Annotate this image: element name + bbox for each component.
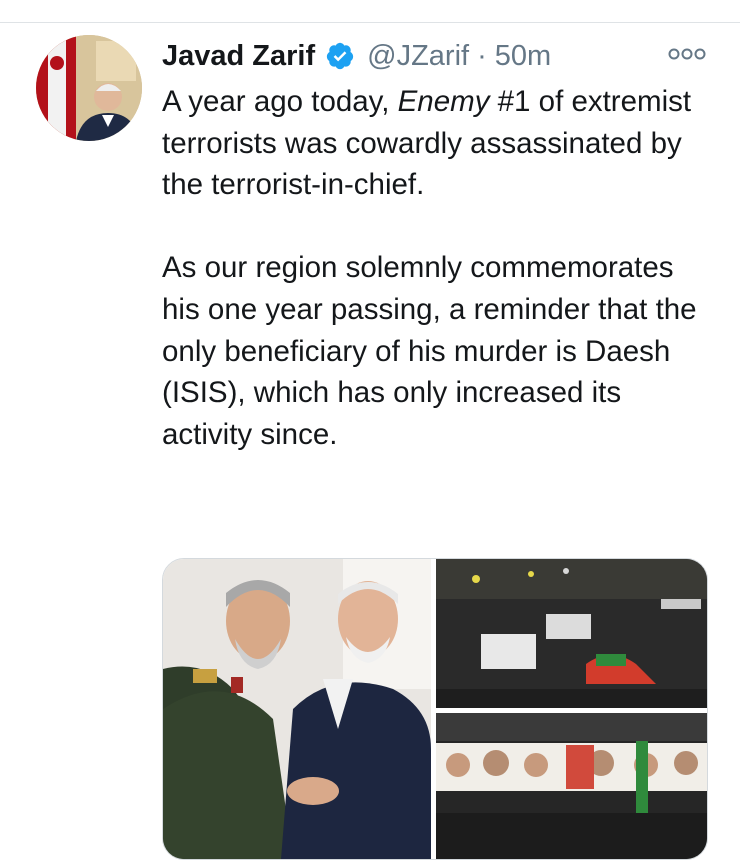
verified-badge-icon <box>327 42 354 70</box>
separator-dot: · <box>477 39 487 72</box>
photo-crowd-top-image <box>436 559 707 708</box>
top-divider <box>0 0 740 23</box>
tweet-text-italic: Enemy <box>397 85 490 118</box>
tweet-text-part1: A year ago today, <box>162 85 398 118</box>
more-options-icon[interactable] <box>667 44 707 64</box>
tweet-header: Javad Zarif @JZarif · 50m <box>162 34 551 78</box>
photo-crowd-top[interactable] <box>436 559 707 708</box>
tweet-text-part2: #1 of extremist terrorists was cowardly … <box>162 85 697 451</box>
photo-crowd-bottom[interactable] <box>436 713 707 859</box>
photo-crowd-bottom-image <box>436 713 707 859</box>
tweet-text: A year ago today, Enemy #1 of extremist … <box>162 81 702 455</box>
author-avatar[interactable] <box>36 35 142 141</box>
avatar-image <box>36 35 142 141</box>
author-name[interactable]: Javad Zarif <box>162 40 315 73</box>
media-grid <box>162 558 708 860</box>
photo-two-men-image <box>163 559 431 859</box>
timestamp[interactable]: 50m <box>495 40 551 73</box>
photo-two-men[interactable] <box>163 559 431 859</box>
author-handle[interactable]: @JZarif <box>367 40 469 73</box>
